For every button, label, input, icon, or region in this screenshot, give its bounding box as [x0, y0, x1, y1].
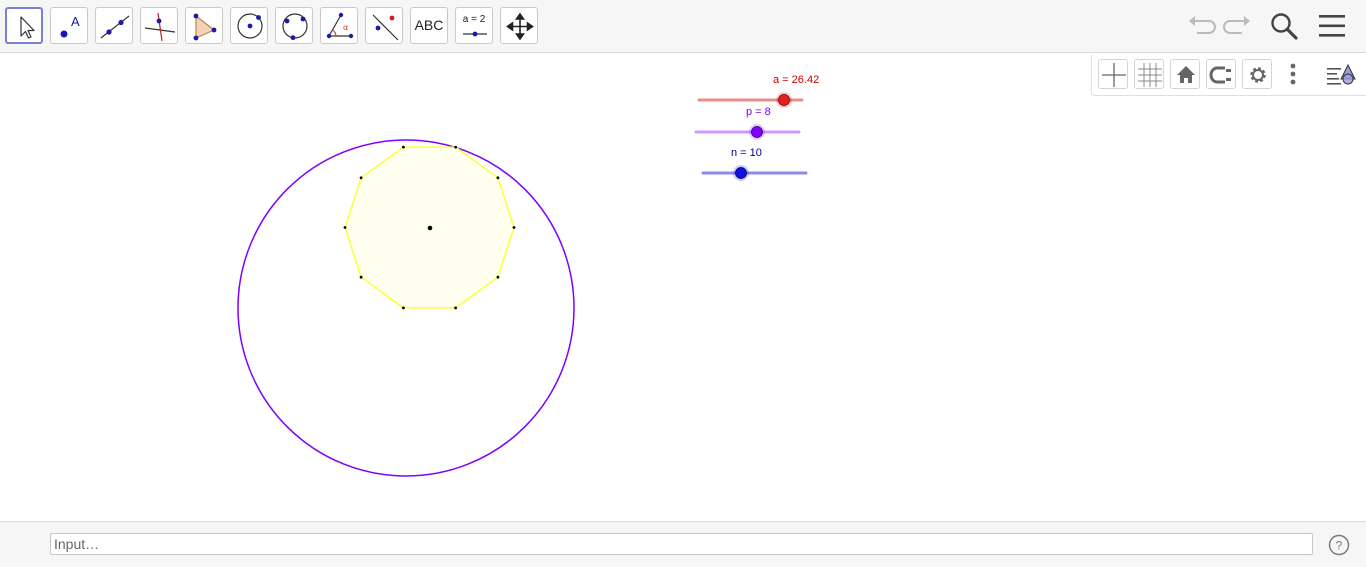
more-icon [1290, 63, 1296, 85]
more-options-button[interactable] [1285, 60, 1301, 90]
vertex-point[interactable] [512, 226, 516, 229]
point-tool-button[interactable]: A [50, 7, 88, 44]
undo-icon [1189, 16, 1216, 34]
reflect-line-icon [372, 14, 399, 41]
view-toggle-icon [1327, 63, 1356, 85]
slider-a-handle[interactable] [778, 94, 790, 106]
vertex-point[interactable] [359, 275, 363, 279]
slider-n-label: n = 10 [731, 147, 762, 159]
help-icon: ? [1328, 534, 1350, 556]
style-bar [1091, 55, 1366, 96]
search-button[interactable] [1268, 10, 1300, 42]
settings-icon [1250, 67, 1266, 83]
perpendicular-tool-button[interactable] [140, 7, 178, 44]
slider-p-handle[interactable] [751, 126, 763, 138]
vertex-point[interactable] [454, 306, 457, 310]
help-button[interactable]: ? [1328, 534, 1350, 556]
move-view-tool-button[interactable] [500, 7, 538, 44]
main-menu-button[interactable] [1316, 10, 1348, 42]
point-icon: A [60, 14, 80, 38]
slider-p-label: p = 8 [746, 106, 771, 118]
slider-n-track[interactable] [697, 163, 812, 185]
input-bar: ? [0, 521, 1366, 567]
slider-n-handle[interactable] [735, 167, 747, 179]
circle-center-icon [237, 13, 263, 39]
circle-center-tool-button[interactable] [230, 7, 268, 44]
vertex-point[interactable] [343, 226, 347, 229]
line-tool-button[interactable] [95, 7, 133, 44]
settings-button[interactable] [1242, 59, 1272, 89]
search-icon [1271, 13, 1298, 40]
cursor-arrow-icon [20, 16, 35, 39]
home-icon [1177, 66, 1195, 83]
geometry-canvas[interactable] [0, 53, 1366, 521]
undo-button[interactable] [1185, 10, 1217, 42]
center-point[interactable] [427, 225, 433, 231]
axes-icon [1102, 63, 1126, 87]
move-arrows-icon [506, 12, 534, 41]
angle-tool-button[interactable]: α [320, 7, 358, 44]
vertex-point[interactable] [402, 306, 405, 310]
angle-icon: α [326, 12, 354, 39]
move-tool-button[interactable] [5, 7, 43, 44]
text-tool-label: ABC [414, 17, 444, 33]
slider-a-label: a = 26.42 [773, 74, 820, 86]
slider-tool-button[interactable]: a = 2 [455, 7, 493, 44]
toolbar: A α ABC a = 2 [0, 0, 1366, 53]
algebra-input-field[interactable] [50, 533, 1313, 555]
reflect-tool-button[interactable] [365, 7, 403, 44]
circle-three-points-icon [282, 13, 308, 41]
vertex-point[interactable] [359, 176, 363, 180]
text-tool-button[interactable]: ABC [410, 7, 448, 44]
grid-icon [1138, 63, 1162, 87]
point-capturing-button[interactable] [1206, 59, 1236, 89]
perpendicular-line-icon [144, 12, 176, 42]
menu-icon [1319, 15, 1345, 37]
svg-text:?: ? [1336, 539, 1343, 553]
redo-button[interactable] [1222, 10, 1254, 42]
vertex-point[interactable] [454, 145, 457, 149]
toggle-grid-button[interactable] [1134, 59, 1164, 89]
slider-icon [463, 31, 487, 37]
svg-text:A: A [71, 14, 80, 29]
vertex-point[interactable] [496, 176, 500, 180]
point-capturing-icon [1209, 66, 1231, 84]
redo-icon [1223, 16, 1250, 34]
vertex-point[interactable] [402, 145, 405, 149]
circle-three-points-tool-button[interactable] [275, 7, 313, 44]
svg-text:α: α [343, 23, 348, 32]
slider-p-track[interactable] [690, 122, 805, 144]
standard-view-button[interactable] [1170, 59, 1200, 89]
vertex-point[interactable] [496, 275, 500, 279]
polygon-tool-button[interactable] [185, 7, 223, 44]
graphics-view[interactable] [0, 53, 1366, 521]
view-toggle-button[interactable] [1324, 60, 1358, 90]
toggle-axes-button[interactable] [1098, 59, 1128, 89]
line-icon [100, 15, 130, 39]
polygon-icon [193, 13, 217, 41]
